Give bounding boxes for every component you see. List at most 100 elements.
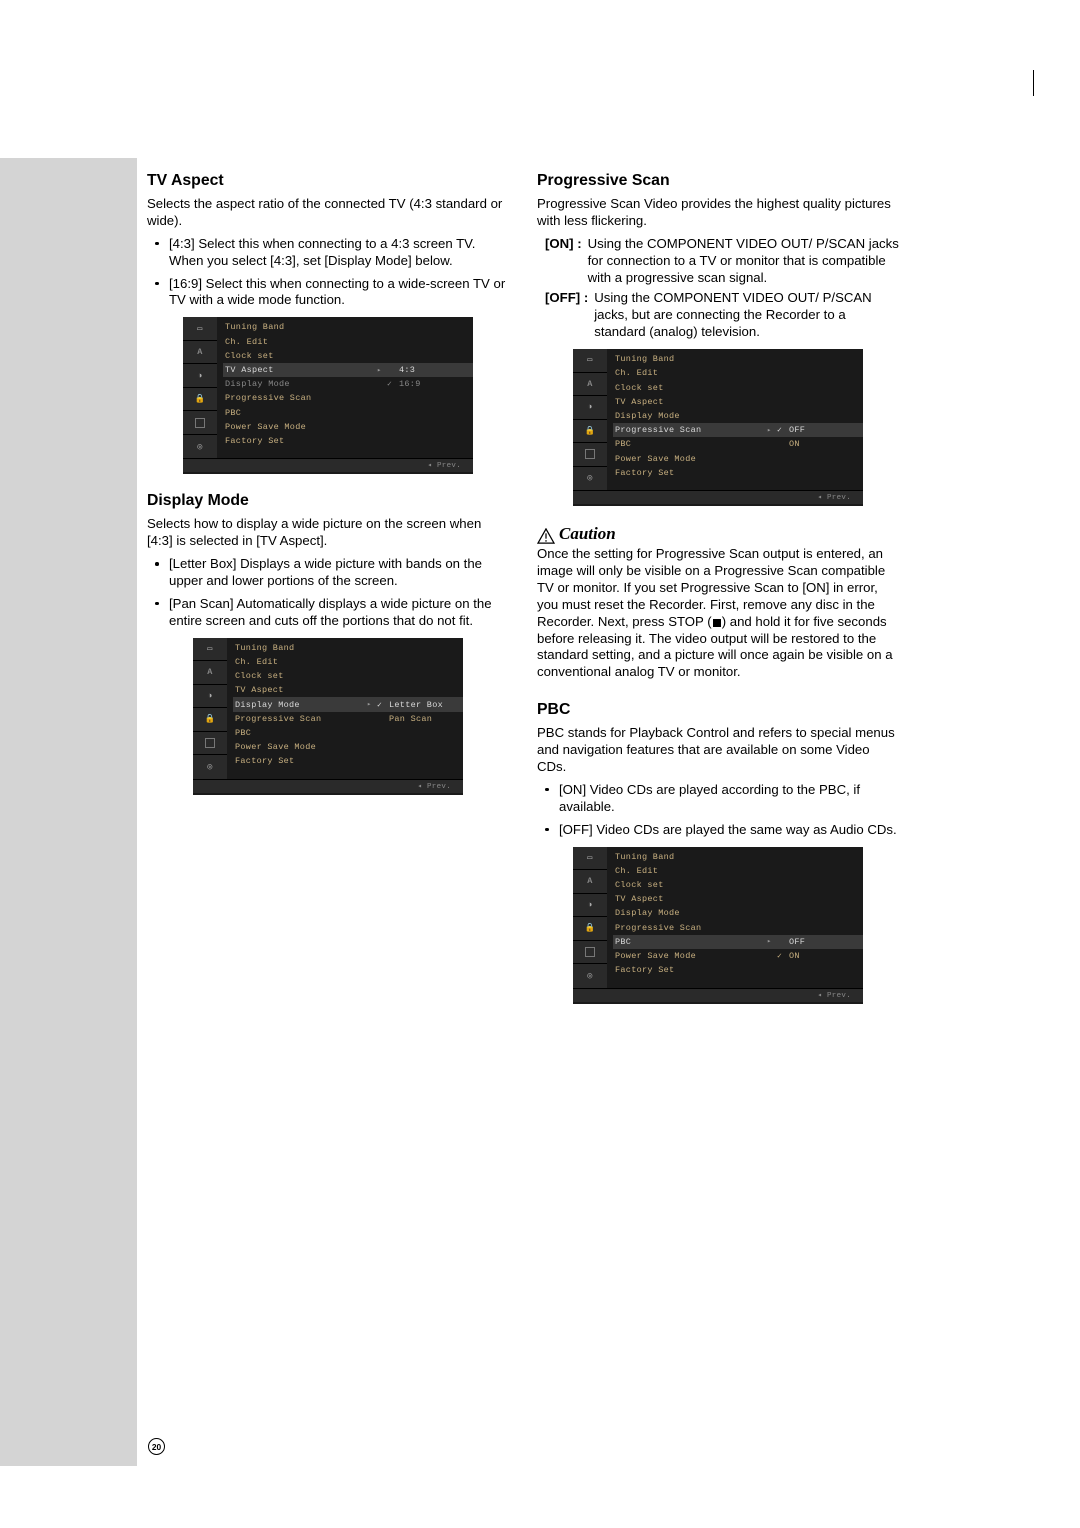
display-mode-intro: Selects how to display a wide picture on… xyxy=(147,516,509,550)
osd-item-selected: Progressive Scan xyxy=(615,425,767,435)
letter-a-icon: A xyxy=(207,667,212,677)
list-item: [OFF] Video CDs are played the same way … xyxy=(549,822,899,839)
osd-item: Ch. Edit xyxy=(615,368,863,378)
osd-item-selected: TV Aspect xyxy=(225,365,377,375)
list-item: [16:9] Select this when connecting to a … xyxy=(159,276,509,310)
left-column: TV Aspect Selects the aspect ratio of th… xyxy=(147,172,509,1022)
letter-a-icon: A xyxy=(197,347,202,357)
osd-prev: ◂ Prev. xyxy=(193,779,463,793)
caution-word: Caution xyxy=(559,524,616,544)
disc-icon xyxy=(205,738,215,748)
osd-item: PBC xyxy=(225,408,473,418)
osd-item: Display Mode xyxy=(615,908,863,918)
letter-a-icon: A xyxy=(587,876,592,886)
osd-menu-pbc: ▭ A ◑ 🔒 ◎ Tuning Band Ch. Edit Clock set… xyxy=(573,847,863,1004)
osd-item: Tuning Band xyxy=(615,354,863,364)
list-item: [Letter Box] Displays a wide picture wit… xyxy=(159,556,509,590)
pscan-on-label: [ON] : xyxy=(537,236,582,287)
osd-menu-display-mode: ▭ A ◑ 🔒 ◎ Tuning Band Ch. Edit Clock set… xyxy=(193,638,463,795)
tv-icon: ▭ xyxy=(587,355,592,365)
crop-mark xyxy=(1033,70,1034,96)
osd-item: Factory Set xyxy=(615,468,863,478)
osd-icon-column: ▭ A ◑ 🔒 ◎ xyxy=(183,317,217,458)
pscan-intro: Progressive Scan Video provides the high… xyxy=(537,196,899,230)
osd-prev: ◂ Prev. xyxy=(183,458,473,472)
osd-menu-tv-aspect: ▭ A ◑ 🔒 ◎ Tuning Band Ch. Edit Clock set… xyxy=(183,317,473,474)
osd-item: Display Mode xyxy=(225,379,377,389)
osd-option: 16:9 xyxy=(399,379,421,389)
globe-icon: ◑ xyxy=(587,402,592,412)
osd-item: Tuning Band xyxy=(235,643,463,653)
display-mode-heading: Display Mode xyxy=(147,492,509,510)
lock-icon: 🔒 xyxy=(195,394,206,404)
osd-item: Clock set xyxy=(225,351,473,361)
disc-icon xyxy=(195,418,205,428)
osd-item: Tuning Band xyxy=(225,322,473,332)
osd-item: TV Aspect xyxy=(235,685,463,695)
dot-icon: ◎ xyxy=(587,473,592,483)
stop-icon xyxy=(713,619,721,627)
osd-item-selected: Display Mode xyxy=(235,700,367,710)
globe-icon: ◑ xyxy=(587,900,592,910)
osd-menu-pscan: ▭ A ◑ 🔒 ◎ Tuning Band Ch. Edit Clock set… xyxy=(573,349,863,506)
pscan-off-label: [OFF] : xyxy=(537,290,588,341)
osd-item: TV Aspect xyxy=(615,397,863,407)
osd-icon-column: ▭ A ◑ 🔒 ◎ xyxy=(573,349,607,490)
osd-option: Letter Box xyxy=(389,700,443,710)
letter-a-icon: A xyxy=(587,379,592,389)
globe-icon: ◑ xyxy=(207,691,212,701)
osd-item: Ch. Edit xyxy=(615,866,863,876)
osd-item: Progressive Scan xyxy=(225,393,473,403)
list-item: [4:3] Select this when connecting to a 4… xyxy=(159,236,509,270)
osd-item: Power Save Mode xyxy=(615,951,767,961)
pbc-intro: PBC stands for Playback Control and refe… xyxy=(537,725,899,776)
osd-item: Clock set xyxy=(615,383,863,393)
caution-text: Once the setting for Progressive Scan ou… xyxy=(537,546,899,681)
osd-item: Progressive Scan xyxy=(615,923,863,933)
osd-item: Display Mode xyxy=(615,411,863,421)
lock-icon: 🔒 xyxy=(205,714,216,724)
page-sidebar xyxy=(0,158,137,1466)
osd-item: Factory Set xyxy=(615,965,863,975)
list-item: [ON] Video CDs are played according to t… xyxy=(549,782,899,816)
osd-item: PBC xyxy=(235,728,463,738)
tv-aspect-heading: TV Aspect xyxy=(147,172,509,190)
osd-item: Ch. Edit xyxy=(235,657,463,667)
osd-icon-column: ▭ A ◑ 🔒 ◎ xyxy=(193,638,227,779)
tv-aspect-list: [4:3] Select this when connecting to a 4… xyxy=(147,236,509,310)
osd-item: Factory Set xyxy=(225,436,473,446)
osd-item: Clock set xyxy=(615,880,863,890)
osd-item: Clock set xyxy=(235,671,463,681)
osd-option: ON xyxy=(789,951,800,961)
pbc-heading: PBC xyxy=(537,701,899,719)
tv-aspect-intro: Selects the aspect ratio of the connecte… xyxy=(147,196,509,230)
pscan-on-text: Using the COMPONENT VIDEO OUT/ P/SCAN ja… xyxy=(588,236,899,287)
tv-icon: ▭ xyxy=(207,644,212,654)
osd-item: PBC xyxy=(615,439,767,449)
osd-prev: ◂ Prev. xyxy=(573,490,863,504)
content-area: TV Aspect Selects the aspect ratio of th… xyxy=(147,158,899,1022)
osd-item: Power Save Mode xyxy=(615,454,863,464)
osd-item: Factory Set xyxy=(235,756,463,766)
tv-icon: ▭ xyxy=(197,324,202,334)
warning-triangle-icon xyxy=(537,528,555,544)
osd-item: Tuning Band xyxy=(615,852,863,862)
pscan-heading: Progressive Scan xyxy=(537,172,899,190)
osd-option: 4:3 xyxy=(399,365,415,375)
osd-option: OFF xyxy=(789,937,805,947)
osd-item: TV Aspect xyxy=(615,894,863,904)
display-mode-list: [Letter Box] Displays a wide picture wit… xyxy=(147,556,509,630)
lock-icon: 🔒 xyxy=(585,426,596,436)
osd-icon-column: ▭ A ◑ 🔒 ◎ xyxy=(573,847,607,988)
osd-item: Power Save Mode xyxy=(225,422,473,432)
tv-icon: ▭ xyxy=(587,853,592,863)
dot-icon: ◎ xyxy=(207,762,212,772)
lock-icon: 🔒 xyxy=(585,923,596,933)
dot-icon: ◎ xyxy=(587,971,592,981)
osd-item: Power Save Mode xyxy=(235,742,463,752)
osd-item-selected: PBC xyxy=(615,937,767,947)
osd-prev: ◂ Prev. xyxy=(573,988,863,1002)
osd-item: Progressive Scan xyxy=(235,714,367,724)
dot-icon: ◎ xyxy=(197,442,202,452)
right-column: Progressive Scan Progressive Scan Video … xyxy=(537,172,899,1022)
